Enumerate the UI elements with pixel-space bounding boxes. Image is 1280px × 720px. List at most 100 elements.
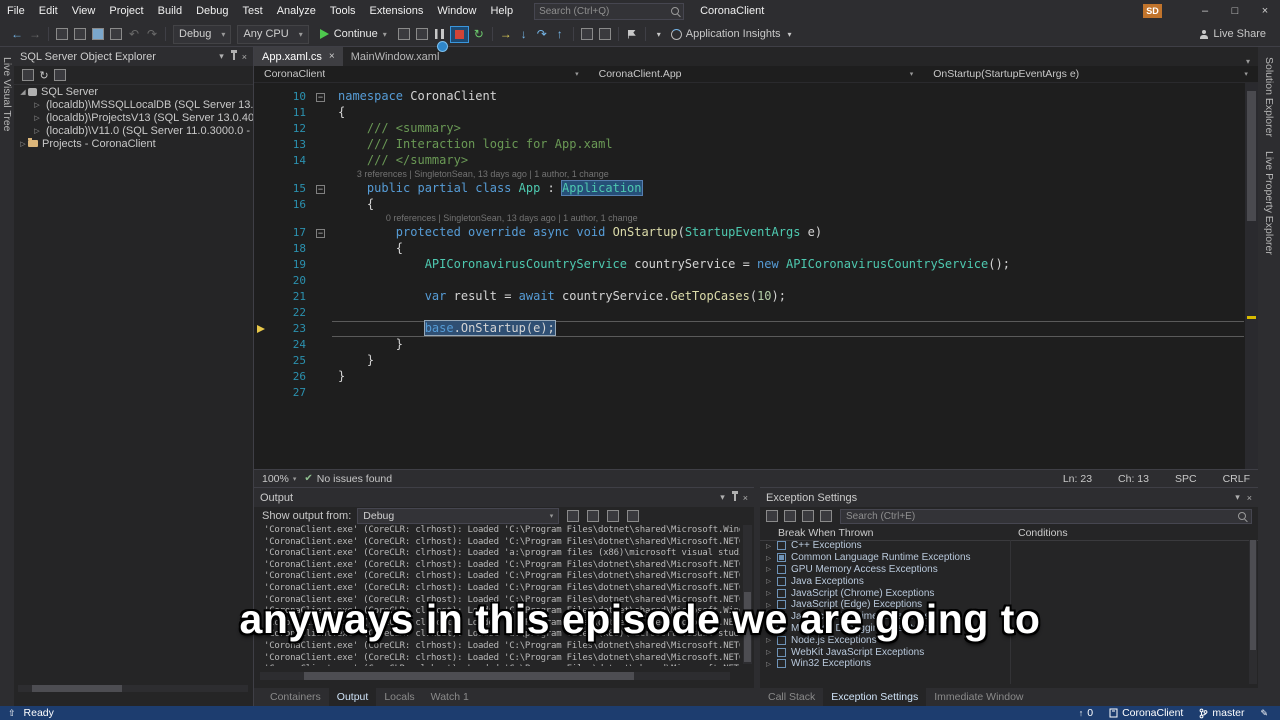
open-file-icon[interactable] <box>71 24 89 44</box>
minimize-button[interactable]: – <box>1190 0 1220 22</box>
stop-debugging-button[interactable] <box>449 25 469 43</box>
breadcrumb-segment[interactable]: CoronaClient.App ▾ <box>589 66 924 82</box>
code-text[interactable]: { <box>332 241 1244 257</box>
code-line[interactable]: 26} <box>254 369 1244 385</box>
exception-row-java-exceptions[interactable]: ▷ Java Exceptions <box>760 575 1248 587</box>
close-icon[interactable]: × <box>329 51 335 62</box>
menu-item-help[interactable]: Help <box>483 0 520 22</box>
save-icon[interactable] <box>89 24 107 44</box>
panel-header[interactable]: Exception Settings ▾ × <box>760 488 1258 507</box>
expand-icon[interactable]: ▷ <box>18 140 28 148</box>
code-line[interactable]: 18 { <box>254 241 1244 257</box>
tab-output[interactable]: Output <box>328 688 377 706</box>
exception-search-input[interactable]: Search (Ctrl+E) <box>840 508 1252 524</box>
refresh-icon[interactable]: ↻ <box>36 65 52 85</box>
vertical-scrollbar[interactable] <box>743 525 752 664</box>
fold-margin[interactable]: − <box>316 184 332 194</box>
fold-margin[interactable]: − <box>316 92 332 102</box>
collapse-icon[interactable]: − <box>316 92 325 102</box>
horizontal-scrollbar[interactable] <box>18 685 248 692</box>
tab-mainwindow-xaml[interactable]: MainWindow.xaml <box>343 47 448 66</box>
tree-item-localdb-mssqlloc[interactable]: ▷ (localdb)\MSSQLLocalDB (SQL Server 13.0… <box>14 98 253 111</box>
word-wrap-icon[interactable] <box>607 510 620 522</box>
close-button[interactable]: × <box>1250 0 1280 22</box>
branch-indicator[interactable]: master <box>1199 707 1244 719</box>
code-text[interactable]: } <box>332 369 1244 385</box>
toolbar-overflow-icon[interactable]: ▾ <box>650 24 668 44</box>
code-line[interactable]: 21 var result = await countryService.Get… <box>254 289 1244 305</box>
restart-icon[interactable]: ↻ <box>470 24 488 44</box>
code-line[interactable]: 23 base.OnStartup(e); <box>254 320 1244 337</box>
code-line[interactable]: 27 <box>254 385 1244 401</box>
tab-app-xaml-cs[interactable]: App.xaml.cs × <box>254 47 343 66</box>
tab-call-stack[interactable]: Call Stack <box>760 688 823 706</box>
menu-item-extensions[interactable]: Extensions <box>363 0 431 22</box>
menu-item-view[interactable]: View <box>65 0 103 22</box>
tab-live-visual-tree[interactable]: Live Visual Tree <box>1 57 13 132</box>
codelens-row[interactable]: 0 references | SingletonSean, 13 days ag… <box>254 213 1244 225</box>
step-into-icon[interactable]: ↓ <box>515 24 533 44</box>
fold-margin[interactable]: − <box>316 228 332 238</box>
pending-changes-icon[interactable]: ✎ <box>1260 708 1268 719</box>
filter-icon[interactable] <box>52 65 68 85</box>
tab-watch-1[interactable]: Watch 1 <box>423 688 477 706</box>
vertical-scrollbar[interactable] <box>1245 83 1258 469</box>
apply-changes-icon[interactable] <box>413 24 431 44</box>
collapse-icon[interactable]: ◢ <box>18 88 28 96</box>
comment-icon[interactable] <box>596 24 614 44</box>
breadcrumb-segment[interactable]: CoronaClient ▾ <box>254 66 589 82</box>
code-line[interactable]: 17− protected override async void OnStar… <box>254 225 1244 241</box>
chevron-down-icon[interactable]: ▾ <box>720 492 725 503</box>
chevron-down-icon[interactable]: ▾ <box>219 51 224 62</box>
code-area[interactable]: 10− namespace CoronaClient 11{12 /// <summ… <box>254 83 1258 469</box>
repository-indicator[interactable]: CoronaClient <box>1109 707 1183 719</box>
hot-reload-icon[interactable] <box>395 24 413 44</box>
code-text[interactable]: /// Interaction logic for App.xaml <box>332 137 1244 153</box>
redo-icon[interactable]: ↷ <box>143 24 161 44</box>
menu-item-window[interactable]: Window <box>430 0 483 22</box>
check-all-icon[interactable] <box>802 510 814 522</box>
code-line[interactable]: 14 /// </summary> <box>254 153 1244 169</box>
application-insights-icon[interactable] <box>668 24 686 44</box>
panel-header[interactable]: Output ▾ × <box>254 488 754 507</box>
breakpoint-margin[interactable] <box>254 325 268 333</box>
chevron-down-icon[interactable]: ▾ <box>1235 492 1240 503</box>
code-line[interactable]: 24 } <box>254 337 1244 353</box>
expand-icon[interactable]: ▷ <box>766 648 777 656</box>
menu-item-debug[interactable]: Debug <box>189 0 235 22</box>
code-text[interactable]: /// <summary> <box>332 121 1244 137</box>
close-icon[interactable]: × <box>743 493 748 503</box>
code-text[interactable]: namespace CoronaClient <box>332 89 1244 105</box>
collapse-icon[interactable]: − <box>316 184 325 194</box>
code-line[interactable]: 10− namespace CoronaClient <box>254 89 1244 105</box>
navigate-back-icon[interactable]: ← <box>8 24 26 44</box>
expand-icon[interactable]: ▷ <box>32 101 42 109</box>
code-text[interactable]: APICoronavirusCountryService countryServ… <box>332 257 1244 273</box>
menu-item-project[interactable]: Project <box>102 0 150 22</box>
new-file-icon[interactable] <box>53 24 71 44</box>
continue-button[interactable]: Continue ▾ <box>315 24 392 44</box>
expand-icon[interactable]: ▷ <box>766 554 777 562</box>
menu-item-tools[interactable]: Tools <box>323 0 363 22</box>
add-server-icon[interactable] <box>20 65 36 85</box>
live-share-button[interactable]: Live Share <box>1199 28 1266 40</box>
navigate-forward-icon[interactable]: → <box>26 24 44 44</box>
close-icon[interactable]: × <box>1247 493 1252 503</box>
code-line[interactable]: 16 { <box>254 197 1244 213</box>
checkbox[interactable] <box>777 576 786 586</box>
solution-platform-dropdown[interactable]: Any CPU ▾ <box>237 24 309 44</box>
background-tasks-icon[interactable]: ⇧ <box>8 708 16 719</box>
expand-icon[interactable]: ▷ <box>766 542 777 550</box>
checkbox[interactable] <box>777 553 786 563</box>
code-text[interactable] <box>332 385 1244 401</box>
code-text[interactable] <box>332 305 1244 321</box>
menu-item-file[interactable]: File <box>0 0 32 22</box>
code-text[interactable]: base.OnStartup(e); <box>332 320 1244 337</box>
sync-status[interactable]: ↑ 0 <box>1079 707 1093 719</box>
step-out-icon[interactable]: ↑ <box>551 24 569 44</box>
expand-icon[interactable]: ▷ <box>766 577 777 585</box>
tab-live-property-explorer[interactable]: Live Property Explorer <box>1263 151 1275 255</box>
exception-row-c-exceptions[interactable]: ▷ C++ Exceptions <box>760 540 1248 552</box>
code-text[interactable]: { <box>332 105 1244 121</box>
exception-row-common-language-runtime-exceptions[interactable]: ▷ Common Language Runtime Exceptions <box>760 552 1248 564</box>
